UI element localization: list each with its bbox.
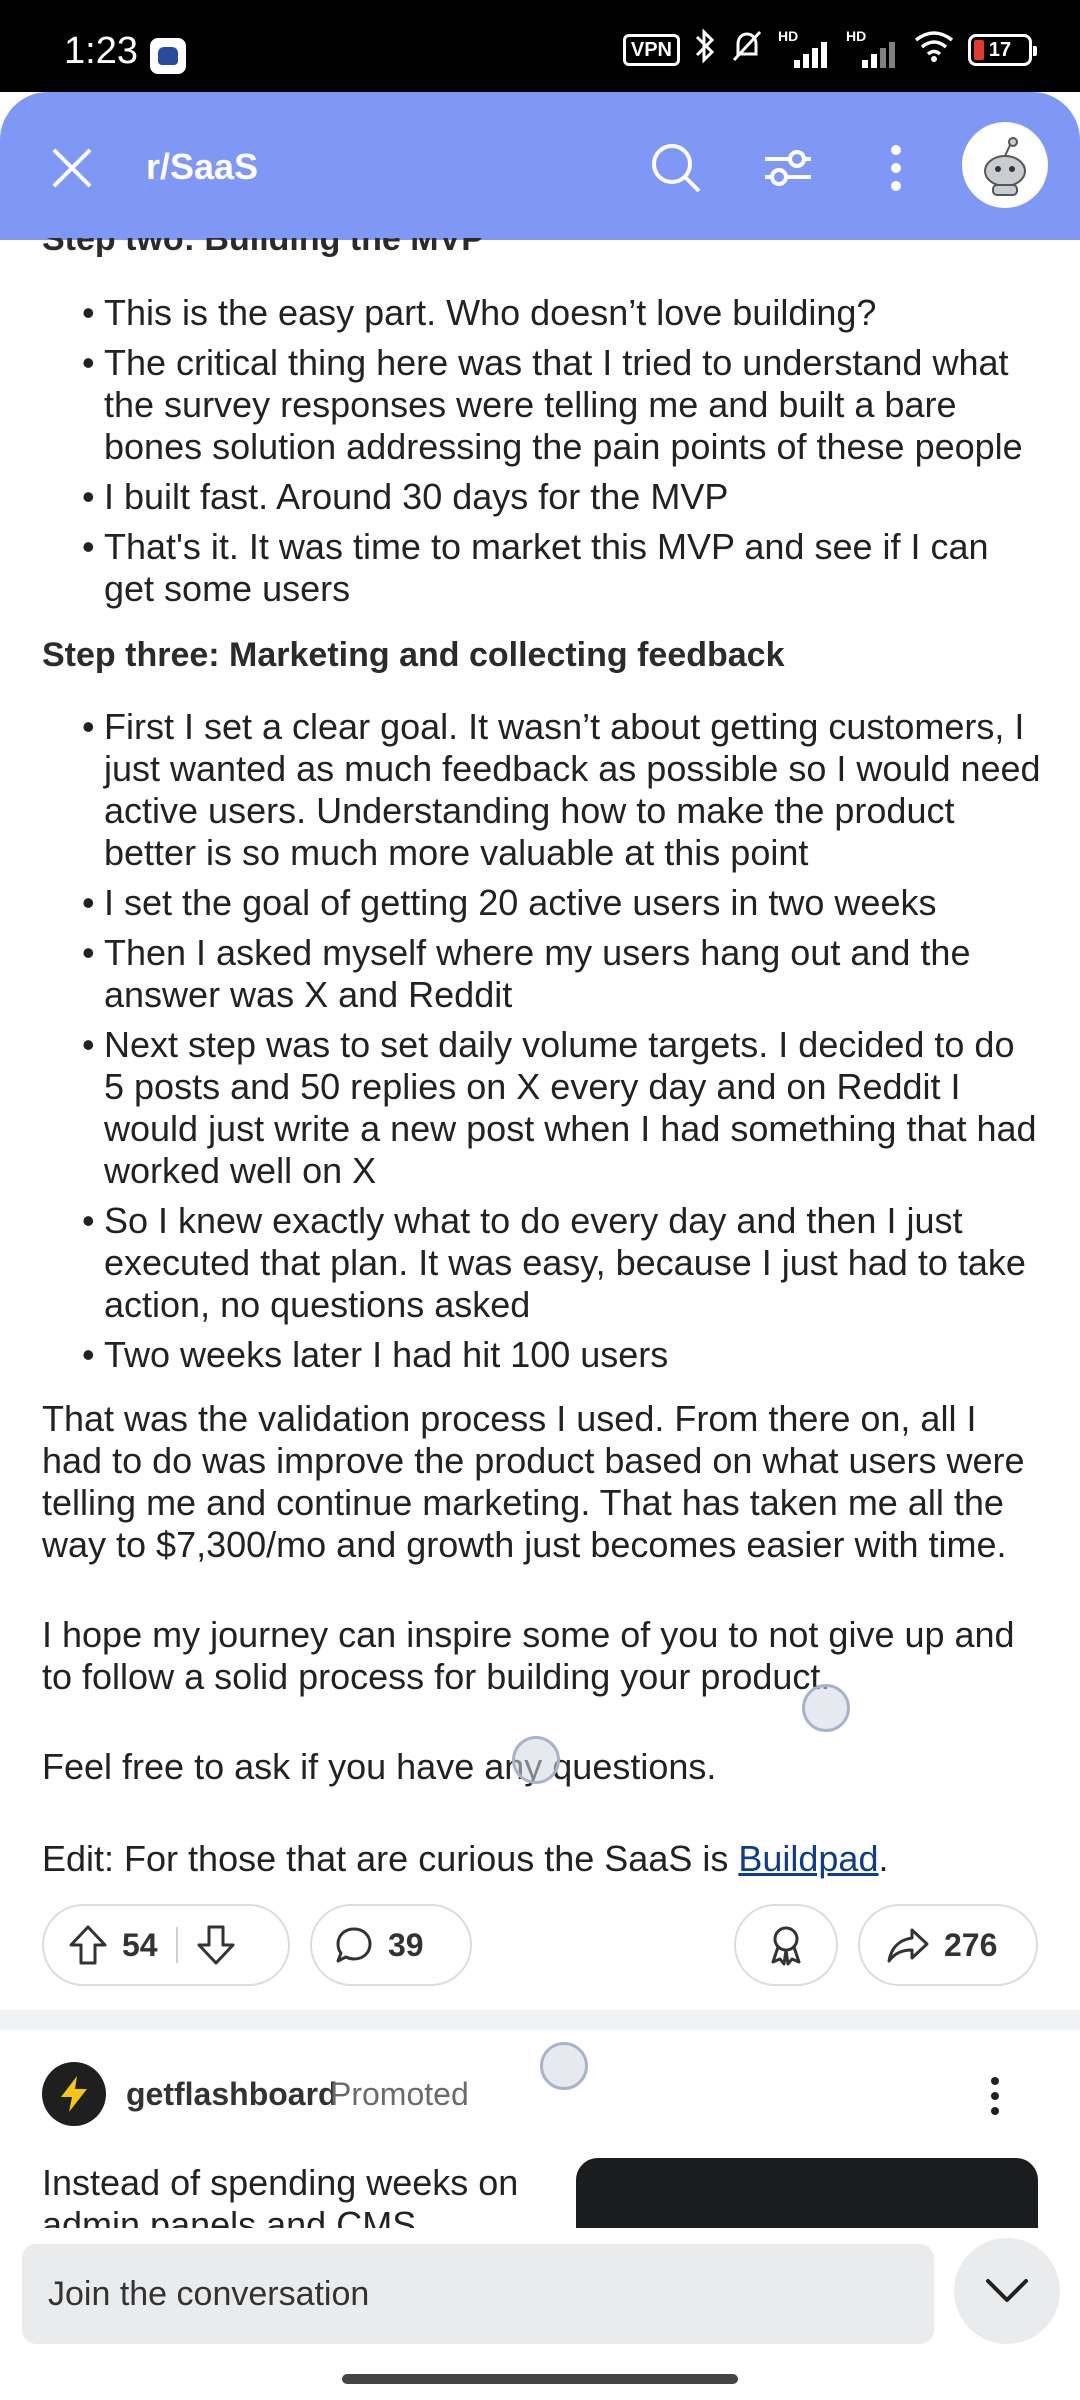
chevron-down-icon [986,2279,1028,2302]
home-indicator[interactable] [342,2374,738,2384]
close-button[interactable] [40,136,104,200]
signal-icon-2: HD [846,28,900,68]
promoted-more-button[interactable] [970,2068,1020,2124]
comment-icon [336,1927,372,1963]
search-icon [652,144,701,193]
step-three-heading: Step three: Marketing and collecting fee… [42,636,785,674]
list-item: This is the easy part. Who doesn’t love … [82,292,1044,334]
list-item: Next step was to set daily volume target… [82,1024,1044,1192]
award-button[interactable] [734,1904,838,1986]
touch-indicator [540,2042,588,2090]
mute-bell-icon [730,28,764,73]
list-item: That's it. It was time to market this MV… [82,526,1044,610]
more-options-button[interactable] [860,132,932,204]
comment-count: 39 [388,1926,424,1963]
filter-icon [765,150,811,186]
vpn-icon: VPN [622,34,680,66]
upvote-count: 54 [122,1926,158,1963]
promoted-avatar[interactable] [42,2062,106,2126]
status-icons: VPN HD HD 17 [622,27,1037,73]
list-item: Two weeks later I had hit 100 users [82,1334,1044,1376]
vote-control: 54 [42,1904,290,1986]
list-item: First I set a clear goal. It wasn’t abou… [82,706,1044,874]
vote-divider [175,1927,178,1963]
join-conversation-input[interactable]: Join the conversation [22,2244,934,2344]
hope-paragraph: I hope my journey can inspire some of yo… [42,1614,1015,1697]
list-item: I set the goal of getting 20 active user… [82,882,1044,924]
app-notification-icon [150,38,186,74]
promoted-media[interactable] [576,2158,1038,2238]
share-count: 276 [944,1926,998,1963]
close-icon [52,148,92,188]
more-vertical-icon [991,2077,999,2115]
list-item: So I knew exactly what to do every day a… [82,1200,1044,1326]
battery-icon: 17 [968,34,1037,66]
award-icon [771,1926,801,1966]
app-header: r/SaaS [0,92,1080,240]
touch-indicator [512,1736,560,1784]
edit-suffix: . [878,1838,889,1879]
subreddit-title[interactable]: r/SaaS [146,146,258,188]
edit-text: Edit: For those that are curious the Saa… [42,1838,739,1879]
promoted-username[interactable]: getflashboard [126,2076,338,2113]
bluetooth-icon [694,27,716,73]
comment-composer-bar: Join the conversation [0,2228,1080,2400]
collapse-button[interactable] [954,2238,1060,2344]
status-time: 1:23 [64,30,138,72]
filter-button[interactable] [752,132,824,204]
share-icon [887,1928,929,1963]
share-button[interactable]: 276 [858,1904,1038,1986]
step-two-list: This is the easy part. Who doesn’t love … [82,292,1044,610]
signal-icon-1: HD [778,28,832,68]
edit-paragraph: Edit: For those that are curious the Saa… [42,1838,1042,1880]
step-three-list: First I set a clear goal. It wasn’t abou… [82,706,1044,1376]
status-bar: 1:23 VPN HD HD 17 [0,0,1080,92]
buildpad-link[interactable]: Buildpad [738,1838,878,1879]
list-item: I built fast. Around 30 days for the MVP [82,476,1044,518]
lightning-icon [61,2076,87,2112]
snoo-avatar-icon [984,137,1026,196]
validation-paragraph: That was the validation process I used. … [42,1398,1025,1565]
post-action-bar: 54 39 276 [42,1904,1038,1986]
upvote-icon[interactable] [68,1924,108,1966]
list-item: The critical thing here was that I tried… [82,342,1044,468]
search-button[interactable] [640,132,712,204]
promoted-text[interactable]: Instead of spending weeks on admin panel… [42,2162,562,2228]
feed-divider [0,2010,1080,2030]
list-item: Then I asked myself where my users hang … [82,932,1044,1016]
comments-button[interactable]: 39 [310,1904,472,1986]
more-vertical-icon [891,145,901,191]
promoted-label: Promoted [330,2076,469,2112]
touch-indicator [802,1684,850,1732]
downvote-icon[interactable] [196,1924,236,1966]
wifi-icon [914,30,954,71]
user-avatar[interactable] [962,122,1048,208]
